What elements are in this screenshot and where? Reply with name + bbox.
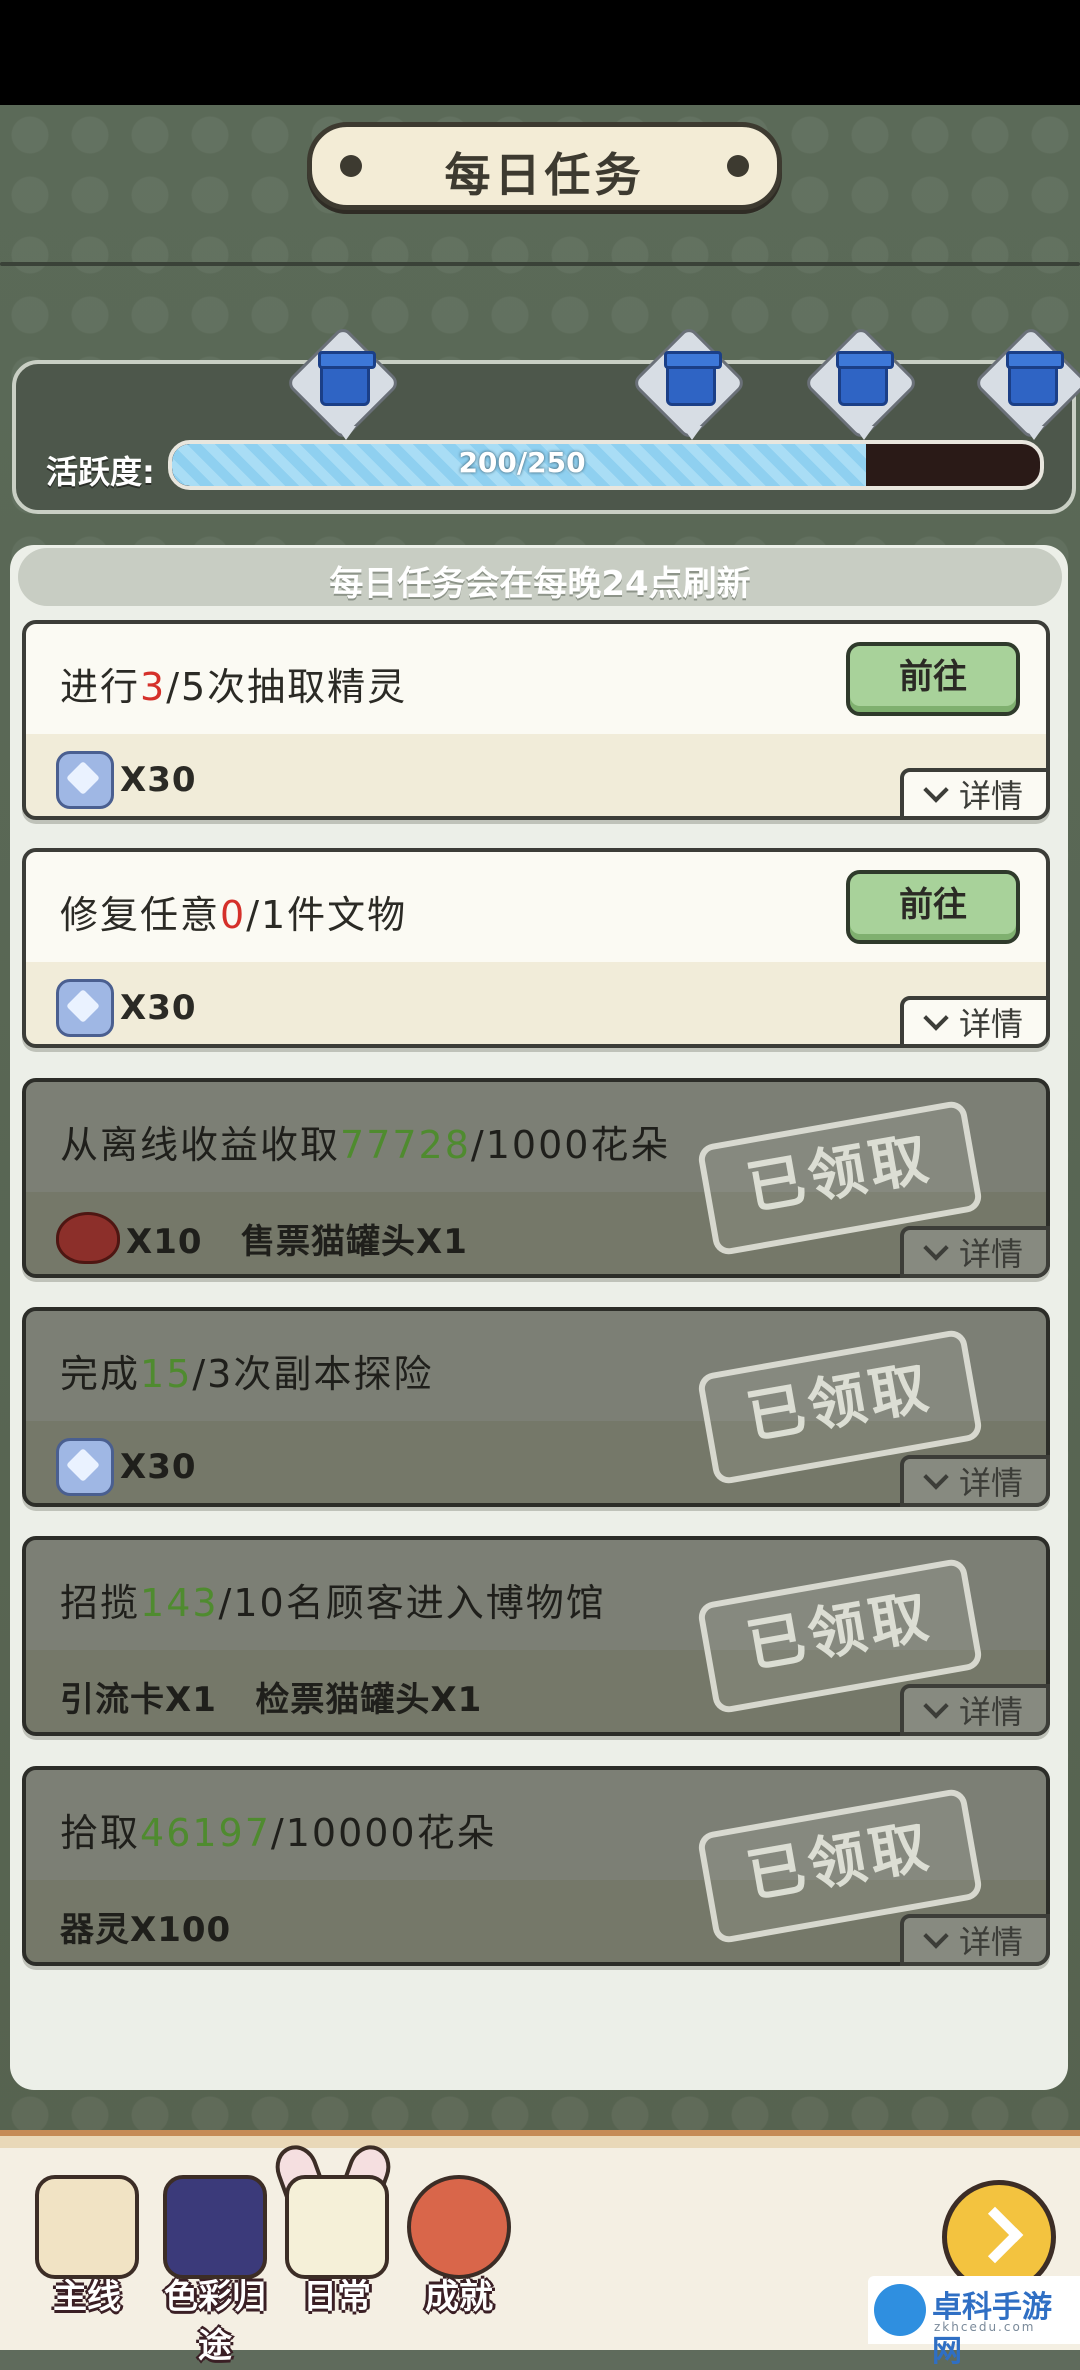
task-description: 从离线收益收取77728/1000花朵 xyxy=(60,1123,671,1167)
nav-item-color-return[interactable]: 色彩归途 xyxy=(150,2175,280,2367)
chest-pin xyxy=(682,426,702,440)
task-card: 从离线收益收取77728/1000花朵 X10 售票猫罐头X1 已领取 详情 xyxy=(22,1078,1050,1278)
task-description: 拾取46197/10000花朵 xyxy=(60,1811,497,1855)
chevron-down-icon xyxy=(923,1464,949,1490)
list-header: 每日任务会在每晚24点刷新 xyxy=(18,548,1062,606)
chest-pin xyxy=(336,426,356,440)
detail-button[interactable]: 详情 xyxy=(900,1226,1050,1278)
trophy-icon xyxy=(407,2175,511,2279)
chest-pin xyxy=(1024,426,1044,440)
calendar-icon xyxy=(285,2175,389,2279)
chest-icon xyxy=(664,351,722,406)
task-reward: 器灵X100 xyxy=(60,1909,232,1950)
activity-progress-text: 200/250 xyxy=(458,446,586,479)
task-card: 招揽143/10名顾客进入博物馆 引流卡X1 检票猫罐头X1 已领取 详情 xyxy=(22,1536,1050,1736)
gem-icon xyxy=(56,1438,114,1496)
chevron-down-icon xyxy=(923,1235,949,1261)
activity-panel: 活跃度: xyxy=(12,360,1076,514)
activity-chest-1[interactable] xyxy=(285,325,401,441)
chevron-down-icon xyxy=(923,1005,949,1031)
task-description: 进行3/5次抽取精灵 xyxy=(60,665,408,709)
task-card: 完成15/3次副本探险 X30 已领取 详情 xyxy=(22,1307,1050,1507)
watermark: 卓科手游网 zkhcedu.com xyxy=(868,2276,1080,2369)
activity-chest-2[interactable] xyxy=(631,325,747,441)
detail-button[interactable]: 详情 xyxy=(900,996,1050,1048)
task-description: 招揽143/10名顾客进入博物馆 xyxy=(60,1581,606,1625)
go-button[interactable]: 前往 xyxy=(846,642,1020,716)
go-button[interactable]: 前往 xyxy=(846,870,1020,944)
gem-icon xyxy=(56,979,114,1037)
nav-item-daily[interactable]: 日常 xyxy=(282,2175,392,2318)
gem-icon xyxy=(56,751,114,809)
script-book-icon xyxy=(35,2175,139,2279)
watermark-logo-icon xyxy=(874,2284,926,2336)
task-card: 拾取46197/10000花朵 器灵X100 已领取 详情 xyxy=(22,1766,1050,1966)
return-arrow-icon xyxy=(966,2206,1024,2264)
task-reward: X30 xyxy=(56,1438,197,1496)
activity-progress-bar: 200/250 xyxy=(168,440,1044,490)
activity-chest-3[interactable] xyxy=(803,325,919,441)
task-reward: X10 售票猫罐头X1 xyxy=(56,1210,468,1266)
task-reward: 引流卡X1 检票猫罐头X1 xyxy=(60,1679,483,1720)
nav-item-achievement[interactable]: 成就 xyxy=(404,2175,514,2318)
detail-button[interactable]: 详情 xyxy=(900,768,1050,820)
heart-icon xyxy=(56,1212,120,1264)
painter-icon xyxy=(163,2175,267,2279)
task-description: 完成15/3次副本探险 xyxy=(60,1352,434,1396)
chevron-down-icon xyxy=(923,1693,949,1719)
task-card: 进行3/5次抽取精灵 X30 前往 详情 xyxy=(22,620,1050,820)
divider xyxy=(0,262,1080,266)
task-reward: X30 xyxy=(56,979,197,1037)
detail-button[interactable]: 详情 xyxy=(900,1455,1050,1507)
task-description: 修复任意0/1件文物 xyxy=(60,893,408,937)
activity-chest-4[interactable] xyxy=(973,325,1080,441)
chest-icon xyxy=(836,351,894,406)
title-plate: 每日任务 xyxy=(307,122,782,210)
chest-icon xyxy=(318,351,376,406)
nav-item-main[interactable]: 主线 xyxy=(32,2175,142,2318)
task-reward: X30 xyxy=(56,751,197,809)
refresh-notice: 每日任务会在每晚24点刷新 xyxy=(329,564,751,604)
status-bar xyxy=(0,0,1080,105)
chevron-down-icon xyxy=(923,777,949,803)
activity-label: 活跃度: xyxy=(46,453,155,491)
gift-box-icon xyxy=(1006,351,1064,406)
chest-pin xyxy=(854,426,874,440)
detail-button[interactable]: 详情 xyxy=(900,1914,1050,1966)
task-card: 修复任意0/1件文物 X30 前往 详情 xyxy=(22,848,1050,1048)
chevron-down-icon xyxy=(923,1923,949,1949)
page-title: 每日任务 xyxy=(444,148,645,202)
detail-button[interactable]: 详情 xyxy=(900,1684,1050,1736)
